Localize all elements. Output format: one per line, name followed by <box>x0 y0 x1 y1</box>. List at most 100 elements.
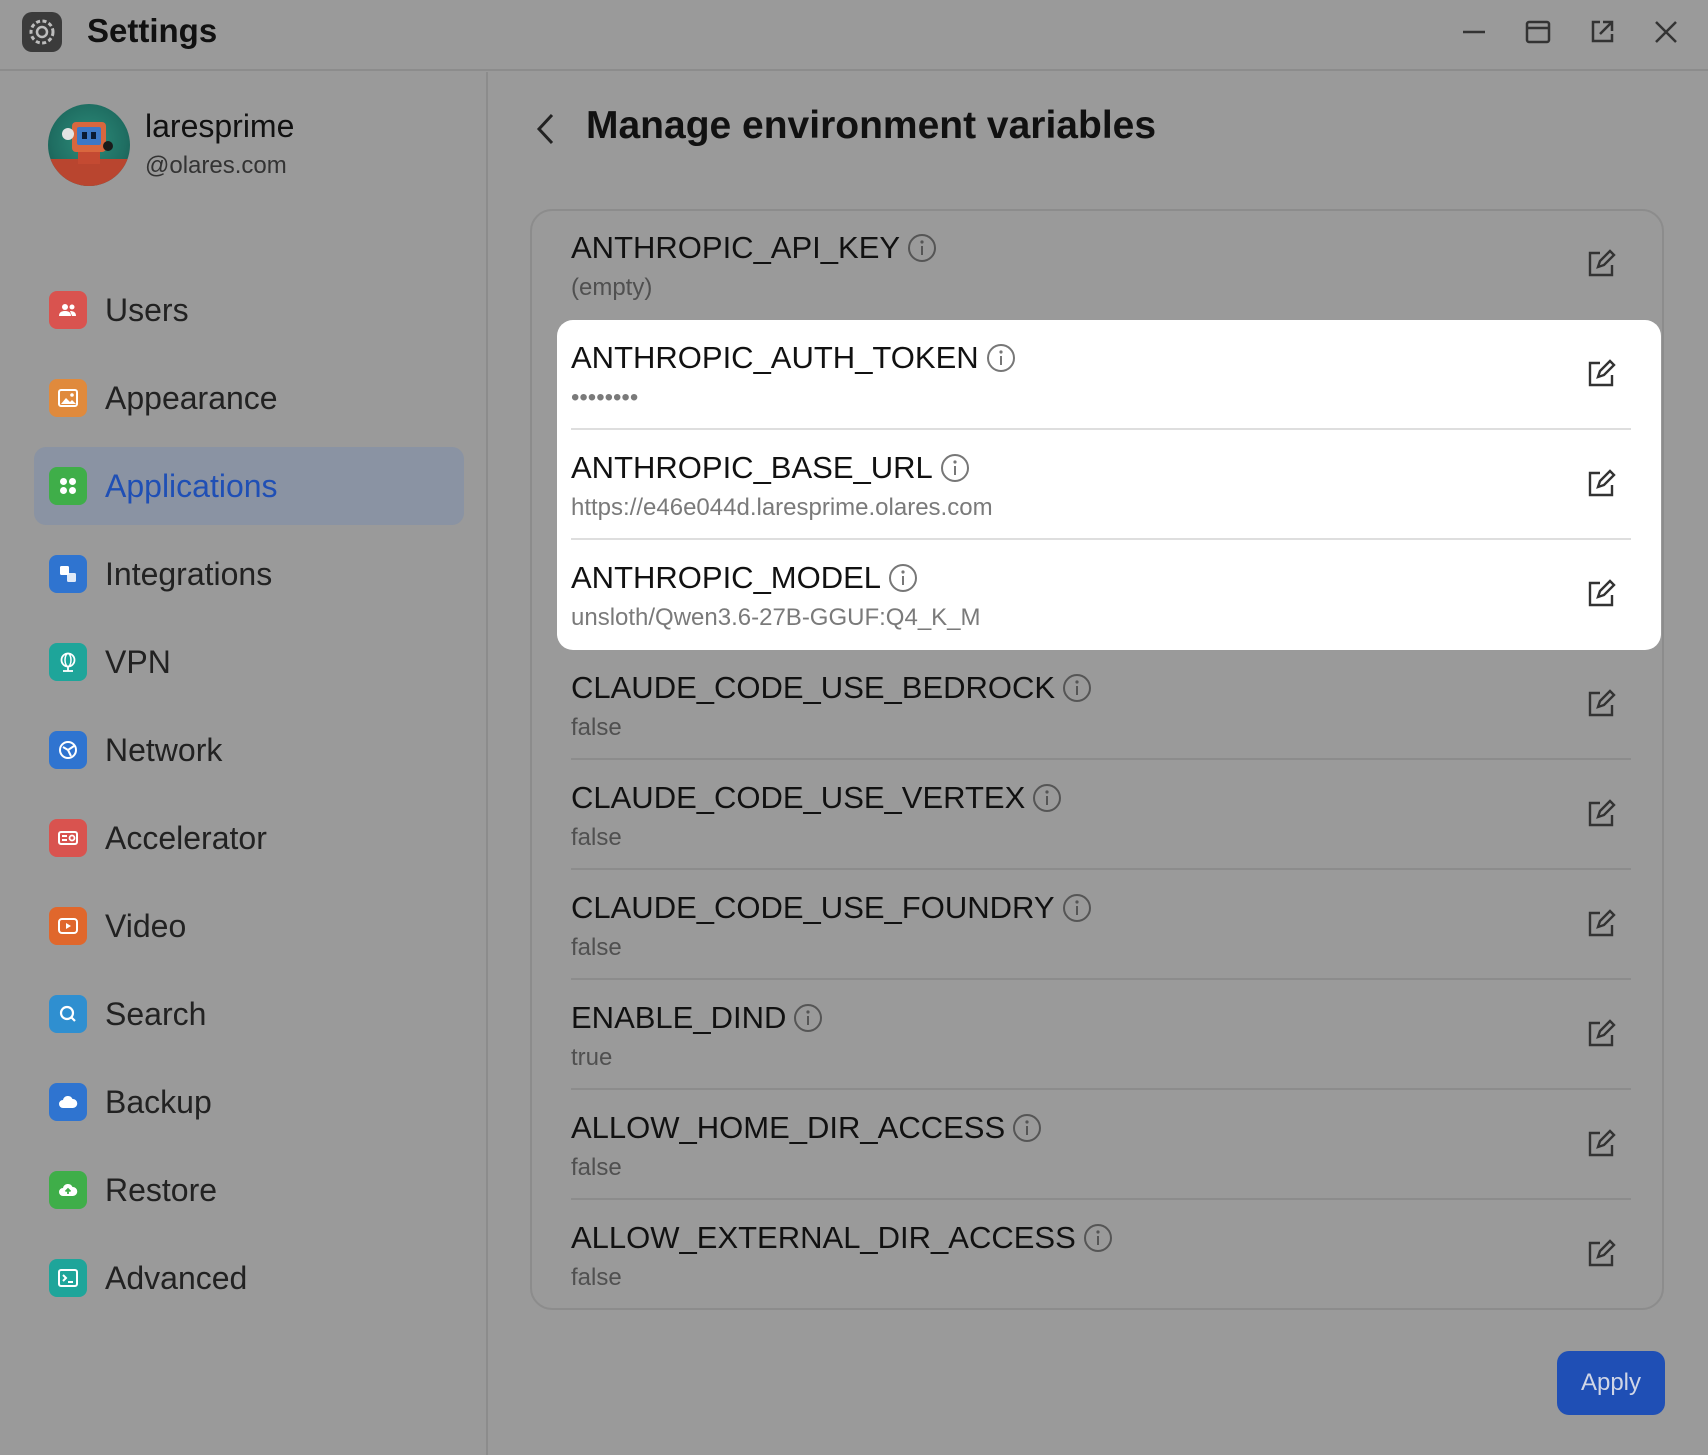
edit-icon[interactable] <box>1581 1014 1621 1054</box>
env-variable-name: ALLOW_HOME_DIR_ACCESS <box>571 1110 1006 1145</box>
cloud-backup-icon <box>49 1083 87 1121</box>
env-variable-row: ANTHROPIC_API_KEY (empty) <box>571 210 1631 320</box>
env-variable-row: ALLOW_EXTERNAL_DIR_ACCESS false <box>571 1200 1631 1310</box>
sidebar-item-restore[interactable]: Restore <box>34 1151 464 1229</box>
sidebar-item-label: Integrations <box>105 555 273 592</box>
env-variable-value: false <box>571 934 622 961</box>
env-variable-name: ANTHROPIC_MODEL <box>571 560 882 595</box>
sidebar-item-backup[interactable]: Backup <box>34 1063 464 1141</box>
info-icon[interactable] <box>792 1002 824 1034</box>
info-icon[interactable] <box>887 562 919 594</box>
info-icon[interactable] <box>906 232 938 264</box>
user-domain: @olares.com <box>145 152 287 179</box>
edit-icon[interactable] <box>1581 904 1621 944</box>
sidebar-item-label: VPN <box>105 643 171 680</box>
edit-icon[interactable] <box>1581 574 1621 614</box>
info-icon[interactable] <box>985 342 1017 374</box>
env-variable-value: unsloth/Qwen3.6-27B-GGUF:Q4_K_M <box>571 604 981 631</box>
sidebar-item-label: Advanced <box>105 1259 248 1296</box>
sidebar-item-accelerator[interactable]: Accelerator <box>34 799 464 877</box>
users-icon <box>49 291 87 329</box>
info-icon[interactable] <box>1031 782 1063 814</box>
sidebar-item-label: Backup <box>105 1083 212 1120</box>
terminal-icon <box>49 1259 87 1297</box>
sidebar-item-search[interactable]: Search <box>34 975 464 1053</box>
env-variable-name: CLAUDE_CODE_USE_BEDROCK <box>571 670 1056 705</box>
env-variable-value: https://e46e044d.laresprime.olares.com <box>571 494 993 521</box>
sidebar-item-network[interactable]: Network <box>34 711 464 789</box>
sidebar-item-appearance[interactable]: Appearance <box>34 359 464 437</box>
edit-icon[interactable] <box>1581 354 1621 394</box>
edit-icon[interactable] <box>1581 684 1621 724</box>
sidebar-item-label: Restore <box>105 1171 218 1208</box>
maximize-icon[interactable] <box>1520 14 1556 50</box>
network-icon <box>49 731 87 769</box>
env-variable-value: false <box>571 1264 622 1291</box>
search-icon <box>49 995 87 1033</box>
apply-button[interactable]: Apply <box>1557 1351 1665 1415</box>
edit-icon[interactable] <box>1581 1124 1621 1164</box>
info-icon[interactable] <box>1082 1222 1114 1254</box>
sidebar-item-applications[interactable]: Applications <box>34 447 464 525</box>
sidebar-item-vpn[interactable]: VPN <box>34 623 464 701</box>
info-icon[interactable] <box>939 452 971 484</box>
env-variable-value: false <box>571 824 622 851</box>
info-icon[interactable] <box>1011 1112 1043 1144</box>
window-title: Settings <box>87 12 218 49</box>
edit-icon[interactable] <box>1581 464 1621 504</box>
sidebar-item-label: Applications <box>105 467 278 504</box>
edit-icon[interactable] <box>1581 1234 1621 1274</box>
env-variable-row: CLAUDE_CODE_USE_VERTEX false <box>571 760 1631 870</box>
env-variable-row: ENABLE_DIND true <box>571 980 1631 1090</box>
sidebar-item-label: Users <box>105 291 189 328</box>
page-title: Manage environment variables <box>586 104 1157 147</box>
close-icon[interactable] <box>1648 14 1684 50</box>
env-variable-row: ANTHROPIC_BASE_URL https://e46e044d.lare… <box>571 430 1631 540</box>
settings-gear-icon <box>22 12 62 52</box>
env-variable-name: ALLOW_EXTERNAL_DIR_ACCESS <box>571 1220 1076 1255</box>
env-variable-value: •••••••• <box>571 384 639 411</box>
avatar[interactable] <box>48 104 130 186</box>
env-variable-value: (empty) <box>571 274 653 301</box>
minimize-icon[interactable] <box>1456 14 1492 50</box>
env-variable-value: false <box>571 714 622 741</box>
cloud-restore-icon <box>49 1171 87 1209</box>
sidebar-item-label: Network <box>105 731 223 768</box>
env-variable-name: ENABLE_DIND <box>571 1000 787 1035</box>
env-variable-row: ALLOW_HOME_DIR_ACCESS false <box>571 1090 1631 1200</box>
back-button[interactable] <box>526 105 566 153</box>
env-variable-value: true <box>571 1044 613 1071</box>
accelerator-icon <box>49 819 87 857</box>
integrations-icon <box>49 555 87 593</box>
env-variable-row: ANTHROPIC_MODEL unsloth/Qwen3.6-27B-GGUF… <box>571 540 1631 650</box>
edit-icon[interactable] <box>1581 794 1621 834</box>
edit-icon[interactable] <box>1581 244 1621 284</box>
env-variable-value: false <box>571 1154 622 1181</box>
sidebar-item-integrations[interactable]: Integrations <box>34 535 464 613</box>
info-icon[interactable] <box>1061 892 1093 924</box>
sidebar-item-label: Accelerator <box>105 819 267 856</box>
env-variable-name: CLAUDE_CODE_USE_FOUNDRY <box>571 890 1055 925</box>
sidebar-item-label: Video <box>105 907 187 944</box>
sidebar-item-advanced[interactable]: Advanced <box>34 1239 464 1317</box>
vpn-globe-icon <box>49 643 87 681</box>
env-variable-name: ANTHROPIC_AUTH_TOKEN <box>571 340 979 375</box>
env-variable-row: CLAUDE_CODE_USE_BEDROCK false <box>571 650 1631 760</box>
sidebar-item-users[interactable]: Users <box>34 271 464 349</box>
user-name: laresprime <box>145 108 295 144</box>
apps-grid-icon <box>49 467 87 505</box>
video-icon <box>49 907 87 945</box>
env-variable-name: ANTHROPIC_BASE_URL <box>571 450 933 485</box>
pop-out-icon[interactable] <box>1584 14 1620 50</box>
sidebar-item-label: Appearance <box>105 379 278 416</box>
env-variable-name: ANTHROPIC_API_KEY <box>571 230 901 265</box>
sidebar-item-video[interactable]: Video <box>34 887 464 965</box>
env-variable-row: CLAUDE_CODE_USE_FOUNDRY false <box>571 870 1631 980</box>
title-bar: Settings <box>0 0 1708 71</box>
env-variable-name: CLAUDE_CODE_USE_VERTEX <box>571 780 1026 815</box>
sidebar: laresprime @olares.com Users Appearance … <box>0 72 488 1455</box>
env-variable-row: ANTHROPIC_AUTH_TOKEN •••••••• <box>571 320 1631 430</box>
info-icon[interactable] <box>1061 672 1093 704</box>
image-icon <box>49 379 87 417</box>
sidebar-item-label: Search <box>105 995 207 1032</box>
